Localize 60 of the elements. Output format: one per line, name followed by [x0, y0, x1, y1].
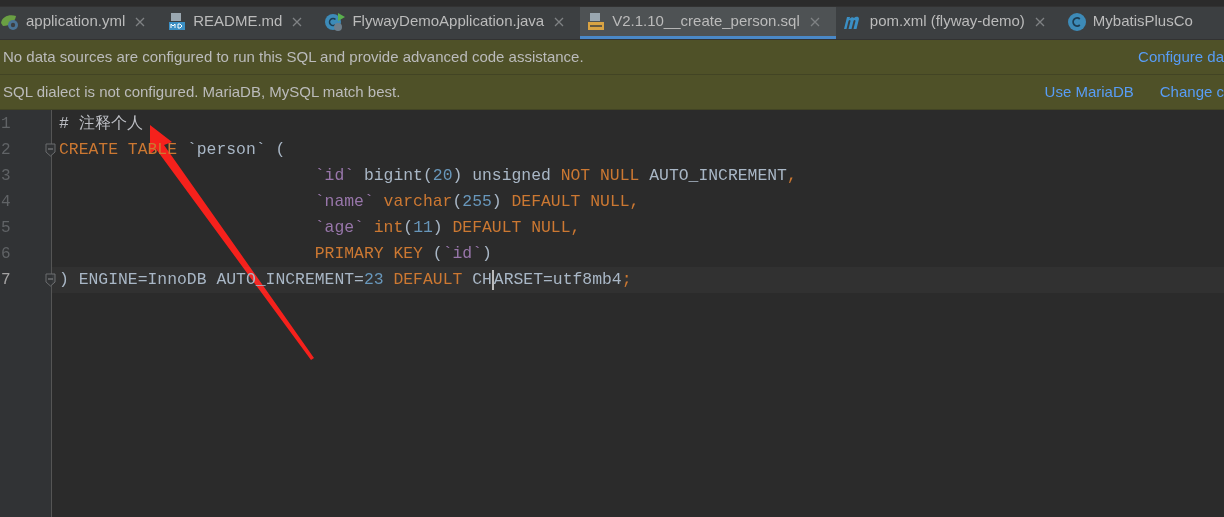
editor-tab[interactable]: README.md	[161, 7, 319, 39]
database-file-icon	[586, 11, 607, 32]
fold-icon[interactable]	[45, 273, 56, 287]
banner-message: No data sources are configured to run this SQL and provide advanced code assistance.	[3, 46, 585, 67]
banner-link[interactable]: Configure da	[1138, 45, 1224, 69]
banner-message: SQL dialect is not configured. MariaDB, MySQL match best.	[3, 81, 402, 102]
code-token: `id`	[442, 242, 482, 265]
editor-tab[interactable]: MybatisPlusCo	[1060, 7, 1199, 39]
code-token: DEFAULT NULL,	[511, 190, 640, 213]
line-number: 7	[1, 270, 11, 291]
code-token: NOT NULL	[560, 164, 641, 187]
code-token: `name`	[314, 190, 374, 213]
class-run-icon	[324, 11, 347, 32]
code-token: # 注释个人	[59, 112, 143, 135]
tab-label: README.md	[193, 11, 283, 32]
tab-label: MybatisPlusCo	[1092, 11, 1193, 32]
code-token: ;	[621, 268, 632, 291]
fold-icon[interactable]	[45, 143, 56, 157]
code-token: `age`	[314, 216, 364, 239]
code-token: CH	[472, 268, 492, 291]
code-token: DEFAULT	[392, 268, 464, 291]
close-icon[interactable]	[135, 16, 146, 27]
code-token: )	[432, 216, 444, 239]
code-token: DEFAULT NULL,	[452, 216, 581, 239]
code-token: (	[403, 216, 414, 239]
file-icon	[167, 11, 188, 32]
editor-tab[interactable]: V2.1.10__create_person.sql	[580, 7, 836, 39]
code-token: varchar	[382, 190, 453, 213]
code-token: (	[432, 242, 443, 265]
class-icon	[1066, 11, 1087, 32]
code-token: int	[372, 216, 404, 239]
tab-label: application.yml	[26, 11, 126, 32]
close-icon[interactable]	[809, 16, 820, 27]
editor-tab[interactable]: FlywayDemoApplication.java	[318, 7, 581, 39]
text-cursor	[491, 270, 494, 290]
code-token: ARSET=utf8mb4	[493, 268, 622, 291]
code-token: ) unsigned	[452, 164, 552, 187]
code-token: bigint(	[362, 164, 433, 187]
tab-label: FlywayDemoApplication.java	[352, 11, 545, 32]
tab-label: V2.1.10__create_person.sql	[612, 11, 800, 32]
close-icon[interactable]	[554, 16, 565, 27]
code-token: 11	[413, 216, 433, 239]
close-icon[interactable]	[1034, 16, 1045, 27]
editor-tab[interactable]: pom.xml (flyway-demo)	[835, 7, 1061, 39]
code-token: (	[452, 190, 463, 213]
banner-link[interactable]: Change c	[1159, 80, 1224, 104]
code-token: 255	[462, 190, 492, 213]
code-token: )	[491, 190, 503, 213]
close-icon[interactable]	[292, 16, 303, 27]
code-token: `person` (	[186, 138, 286, 161]
code-token: AUTO_INCREMENT	[649, 164, 787, 187]
editor-tab[interactable]: application.yml	[0, 7, 162, 39]
code-token: )	[482, 242, 492, 265]
code-token: `id`	[314, 164, 355, 187]
code-token: ,	[786, 164, 797, 187]
code-token: 23	[363, 268, 384, 291]
code-token: PRIMARY KEY	[314, 242, 424, 265]
banner-link[interactable]: Use MariaDB	[1044, 80, 1134, 104]
tab-label: pom.xml (flyway-demo)	[869, 11, 1025, 32]
code-token: 20	[432, 164, 453, 187]
